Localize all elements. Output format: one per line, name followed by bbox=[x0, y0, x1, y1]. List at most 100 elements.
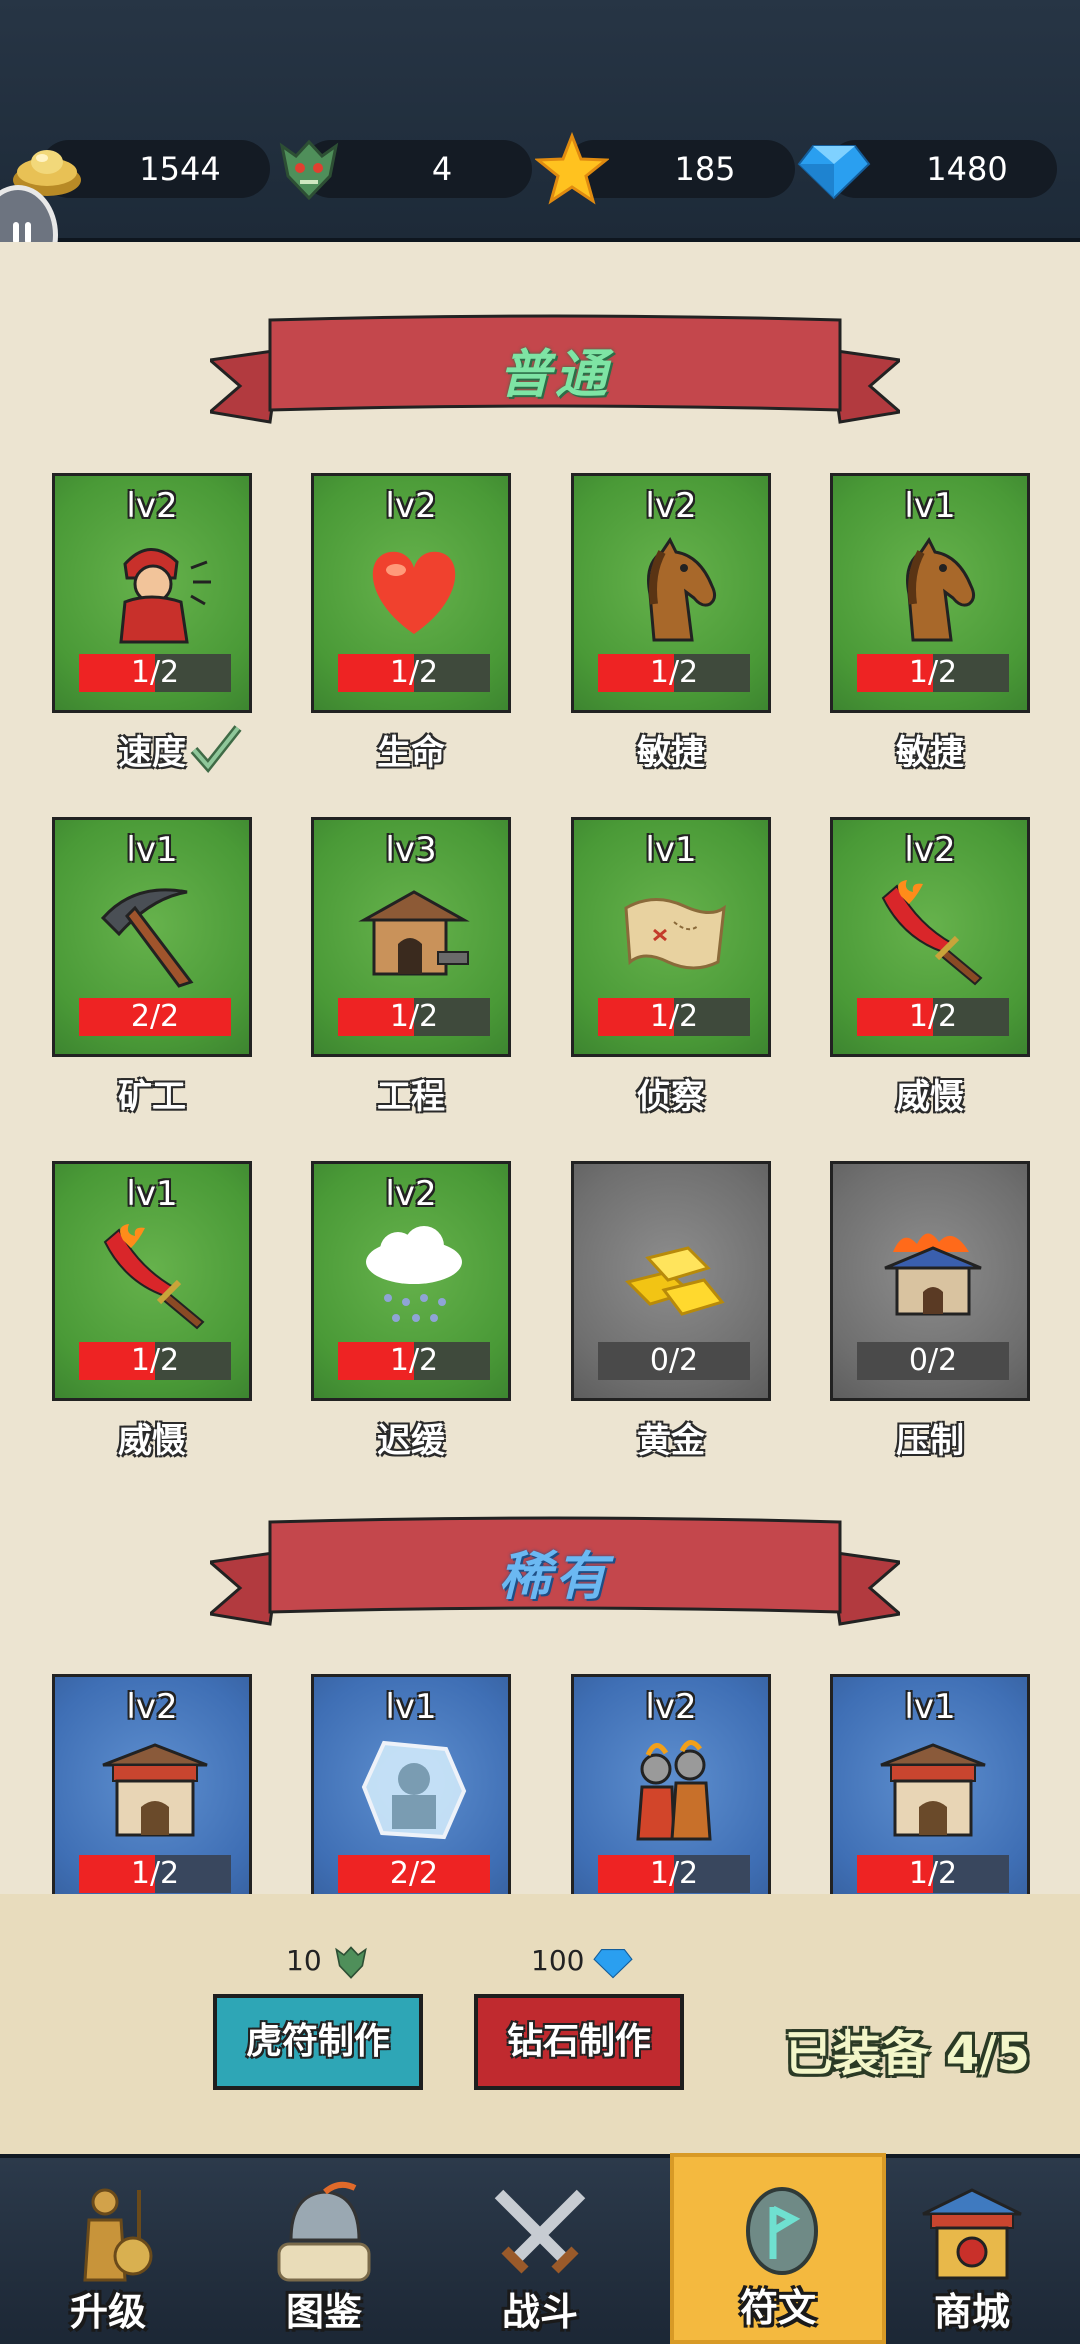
diamond-craft-button[interactable]: 钻石制作 bbox=[474, 1994, 684, 2090]
horse-icon bbox=[906, 537, 976, 642]
rune-progress-text: 2/2 bbox=[389, 1856, 439, 1891]
tab-label: 图鉴 bbox=[285, 2290, 362, 2334]
equipped-count: 已装备 4/5 bbox=[785, 2026, 1031, 2082]
rune-scroll-area[interactable]: 普通 lv2 1/2 速度 lv2 1/2 生命 lv2 1/2 敏捷 lv1 … bbox=[0, 242, 1080, 1894]
crossed-swords-icon bbox=[494, 2189, 586, 2274]
rune-progress-bar: 1/2 bbox=[79, 654, 231, 692]
rune-progress-text: 0/2 bbox=[649, 1343, 699, 1378]
burning-fortress-icon bbox=[884, 1233, 982, 1316]
gold-bars-icon bbox=[625, 1246, 725, 1316]
rune-card-agility-2[interactable]: lv1 1/2 bbox=[830, 473, 1030, 713]
rune-card-deterrence-1[interactable]: lv2 1/2 bbox=[830, 817, 1030, 1057]
rune-progress-text: 1/2 bbox=[649, 655, 699, 690]
rune-progress-text: 1/2 bbox=[389, 655, 439, 690]
diamond-counter: 1480 bbox=[797, 140, 1057, 200]
tally-cost: 10 bbox=[286, 1942, 371, 1982]
rune-progress-text: 1/2 bbox=[130, 655, 180, 690]
rune-level: lv1 bbox=[126, 1174, 178, 1214]
rune-level: lv1 bbox=[385, 1687, 437, 1727]
warriors-icon bbox=[636, 1740, 712, 1841]
rune-card-life[interactable]: lv2 1/2 bbox=[311, 473, 511, 713]
rune-progress-bar: 1/2 bbox=[598, 998, 750, 1036]
rune-progress-bar: 1/2 bbox=[857, 998, 1009, 1036]
rune-card-scouting[interactable]: lv1 1/2 bbox=[571, 817, 771, 1057]
resource-bar: 1544 4 185 1480 bbox=[0, 0, 1080, 242]
rune-name: 威慑 bbox=[118, 1421, 186, 1461]
city-gate-icon bbox=[102, 1743, 208, 1837]
rune-progress-text: 0/2 bbox=[908, 1343, 958, 1378]
rune-name: 敏捷 bbox=[896, 733, 964, 773]
star-counter: 185 bbox=[535, 132, 795, 205]
gold-value: 1544 bbox=[139, 150, 221, 188]
rune-progress-bar: 2/2 bbox=[79, 998, 231, 1036]
rune-card-suppress-locked[interactable]: 0/2 bbox=[830, 1161, 1030, 1401]
tab-shop[interactable]: 商城 bbox=[864, 2158, 1080, 2344]
rune-progress-bar: 2/2 bbox=[338, 1855, 490, 1893]
rune-progress-bar: 0/2 bbox=[857, 1342, 1009, 1380]
diamond-cost-value: 100 bbox=[531, 1944, 585, 1977]
rune-name: 威慑 bbox=[896, 1077, 964, 1117]
forge-icon bbox=[358, 890, 470, 976]
rune-progress-bar: 1/2 bbox=[79, 1342, 231, 1380]
tab-upgrade[interactable]: 升级 bbox=[0, 2158, 216, 2344]
rune-card-miner[interactable]: lv1 2/2 bbox=[52, 817, 252, 1057]
gold-counter: 1544 bbox=[13, 140, 270, 198]
rune-card-speed[interactable]: lv2 1/2 bbox=[52, 473, 252, 713]
diamond-cost: 100 bbox=[531, 1942, 634, 1982]
rune-level: lv3 bbox=[385, 830, 437, 870]
craft-panel: 10 100 虎符制作 钻石制作 已装备 4/5 bbox=[0, 1894, 1080, 2154]
rune-level: lv1 bbox=[126, 830, 178, 870]
rare-rune-card-3[interactable]: lv2 1/2 bbox=[571, 1674, 771, 1894]
rune-progress-bar: 1/2 bbox=[338, 998, 490, 1036]
diamond-icon bbox=[593, 1949, 634, 1979]
common-section-title: 普通 bbox=[498, 345, 611, 405]
star-icon bbox=[535, 132, 609, 205]
rune-name: 矿工 bbox=[118, 1077, 186, 1117]
rune-level: lv1 bbox=[645, 830, 697, 870]
rune-card-agility-1[interactable]: lv2 1/2 bbox=[571, 473, 771, 713]
rune-card-engineering[interactable]: lv3 1/2 bbox=[311, 817, 511, 1057]
bottom-nav: 升级 图鉴 战斗 符文 商城 bbox=[0, 2153, 1080, 2344]
tab-codex[interactable]: 图鉴 bbox=[216, 2158, 432, 2344]
rune-level: lv2 bbox=[126, 486, 178, 526]
rune-level: lv2 bbox=[126, 1687, 178, 1727]
heart-icon bbox=[372, 551, 456, 634]
tab-label: 战斗 bbox=[501, 2290, 578, 2334]
rune-progress-bar: 1/2 bbox=[857, 1855, 1009, 1893]
tab-battle[interactable]: 战斗 bbox=[432, 2158, 648, 2344]
rune-name: 工程 bbox=[377, 1077, 445, 1117]
tiger-tally-icon bbox=[334, 1946, 367, 1979]
rune-progress-text: 1/2 bbox=[130, 1856, 180, 1891]
rare-rune-card-4[interactable]: lv1 1/2 bbox=[830, 1674, 1030, 1894]
running-soldier-icon bbox=[119, 548, 211, 644]
rune-progress-bar: 1/2 bbox=[338, 654, 490, 692]
tally-value: 4 bbox=[431, 150, 453, 188]
tab-label: 升级 bbox=[69, 2290, 146, 2334]
rune-name: 压制 bbox=[896, 1421, 964, 1461]
rune-name: 敏捷 bbox=[637, 733, 705, 773]
rune-progress-bar: 1/2 bbox=[598, 654, 750, 692]
flaming-sword-icon bbox=[881, 880, 983, 986]
rune-card-slow[interactable]: lv2 1/2 bbox=[311, 1161, 511, 1401]
tab-runes[interactable]: 符文 bbox=[670, 2153, 886, 2344]
rune-level: lv2 bbox=[645, 1687, 697, 1727]
rune-card-deterrence-2[interactable]: lv1 1/2 bbox=[52, 1161, 252, 1401]
map-scroll-icon bbox=[624, 898, 726, 970]
rune-progress-text: 1/2 bbox=[908, 655, 958, 690]
rune-progress-text: 1/2 bbox=[908, 1856, 958, 1891]
rune-progress-bar: 1/2 bbox=[857, 654, 1009, 692]
city-gate-icon bbox=[880, 1743, 986, 1837]
tiger-tally-icon bbox=[279, 139, 339, 201]
tally-craft-button[interactable]: 虎符制作 bbox=[213, 1994, 423, 2090]
rune-level: lv1 bbox=[904, 486, 956, 526]
flaming-sword-icon bbox=[103, 1224, 205, 1330]
common-section-banner: 普通 bbox=[210, 312, 900, 436]
rare-rune-card-1[interactable]: lv2 1/2 bbox=[52, 1674, 252, 1894]
rare-rune-card-2[interactable]: lv1 2/2 bbox=[311, 1674, 511, 1894]
rune-progress-bar: 1/2 bbox=[598, 1855, 750, 1893]
warrior-statue-icon bbox=[83, 2188, 153, 2282]
rare-section-title: 稀有 bbox=[498, 1547, 611, 1607]
rain-cloud-icon bbox=[366, 1226, 462, 1322]
equipped-check-icon bbox=[190, 725, 242, 774]
rune-card-gold-locked[interactable]: 0/2 bbox=[571, 1161, 771, 1401]
